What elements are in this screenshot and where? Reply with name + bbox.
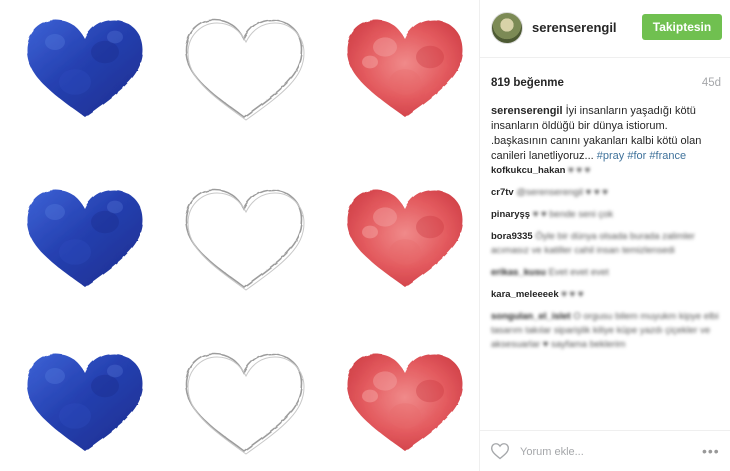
heart-red	[347, 20, 463, 117]
heart-outline-icon[interactable]	[490, 441, 510, 461]
comment-item: kara_meleeeek ♥ ♥ ♥	[491, 288, 721, 302]
instagram-post: serenserengil Takiptesin 819 beğenme 45d…	[0, 0, 730, 471]
post-username[interactable]: serenserengil	[532, 20, 617, 35]
hashtag-france[interactable]: #france	[649, 150, 686, 162]
comment-text: ♥ ♥ ♥	[561, 289, 584, 300]
heart-red	[347, 354, 463, 451]
post-header: serenserengil Takiptesin	[480, 0, 730, 58]
hearts-grid	[27, 19, 463, 455]
comment-item: erikas_kusu Evet evet evet	[491, 266, 721, 280]
following-button[interactable]: Takiptesin	[642, 14, 722, 40]
heart-blue	[27, 20, 143, 117]
comment-username[interactable]: erikas_kusu	[491, 267, 546, 278]
avatar[interactable]	[491, 12, 523, 44]
post-sidebar: serenserengil Takiptesin 819 beğenme 45d…	[479, 0, 730, 471]
post-caption: serenserengil İyi insanların yaşadığı kö…	[491, 104, 717, 164]
like-count[interactable]: 819 beğenme	[491, 77, 564, 89]
comment-text: ♥ ♥ ♥	[568, 165, 591, 176]
comment-item: pinaryşş ♥ ♥ bende seni çok	[491, 208, 721, 222]
comment-text: @serenserengil ♥ ♥ ♥	[516, 187, 608, 198]
heart-red	[347, 190, 463, 287]
post-image[interactable]	[0, 0, 479, 471]
comment-list: kofkukcu_hakan ♥ ♥ ♥ cr7tv @serenserengi…	[491, 164, 721, 360]
comment-item: cr7tv @serenserengil ♥ ♥ ♥	[491, 186, 721, 200]
add-comment-input[interactable]	[518, 442, 692, 462]
comment-username[interactable]: cr7tv	[491, 187, 514, 198]
comment-text: Evet evet evet	[548, 267, 609, 278]
comment-username[interactable]: pinaryşş	[491, 209, 530, 220]
heart-outline	[185, 353, 305, 455]
comment-username[interactable]: kara_meleeeek	[491, 289, 559, 300]
hashtag-for[interactable]: #for	[627, 150, 646, 162]
more-options-icon[interactable]: •••	[702, 443, 720, 459]
heart-outline	[185, 189, 305, 291]
comment-item: bora9335 Öyle bir dünya olsada burada za…	[491, 230, 721, 258]
caption-username[interactable]: serenserengil	[491, 105, 563, 117]
comment-username[interactable]: kofkukcu_hakan	[491, 165, 565, 176]
post-age[interactable]: 45d	[702, 77, 721, 89]
hashtag-pray[interactable]: #pray	[597, 150, 625, 162]
comment-text: ♥ ♥ bende seni çok	[532, 209, 614, 220]
heart-outline	[185, 19, 305, 121]
heart-blue	[27, 190, 143, 287]
post-footer: •••	[480, 430, 730, 471]
comment-username[interactable]: songulan_el_islet	[491, 311, 571, 322]
comment-item: songulan_el_islet O orgusu bilem muyukm …	[491, 310, 721, 352]
post-stats: 819 beğenme 45d	[491, 77, 721, 91]
comment-username[interactable]: bora9335	[491, 231, 533, 242]
comment-item: kofkukcu_hakan ♥ ♥ ♥	[491, 164, 721, 178]
heart-blue	[27, 354, 143, 451]
